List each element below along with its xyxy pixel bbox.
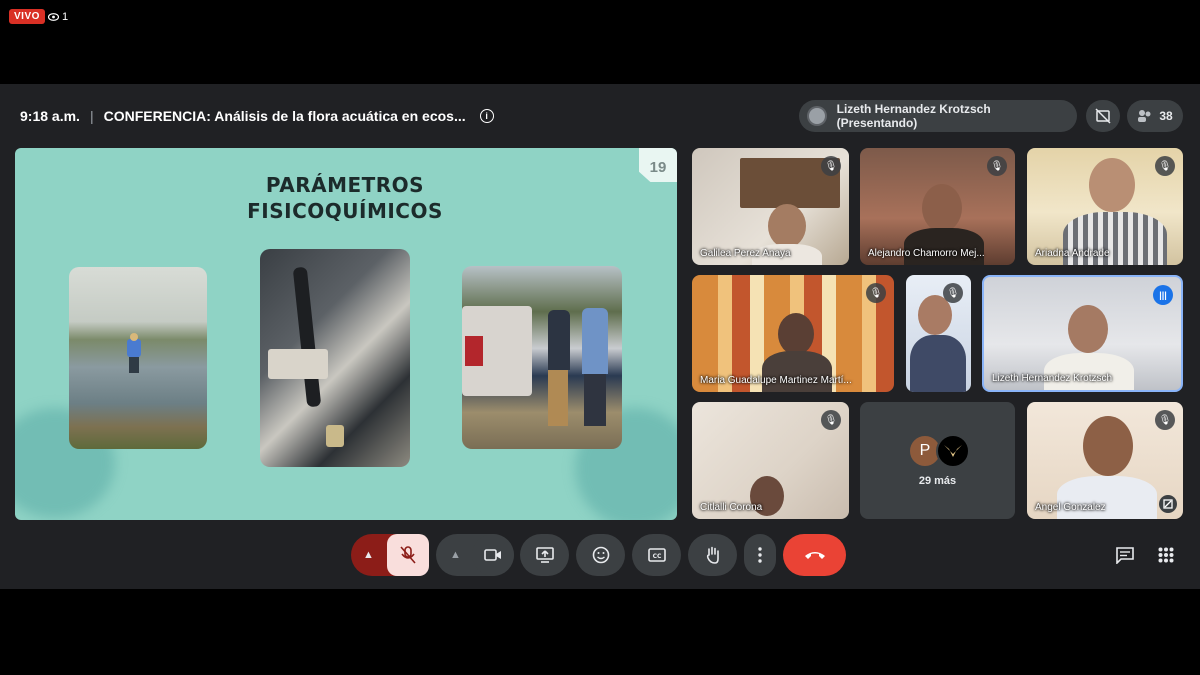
slide-title: PARÁMETROS FISICOQUÍMICOS [215, 172, 475, 224]
more-participants-tile[interactable]: P 29 más [860, 402, 1015, 519]
slide-photo-lake [69, 267, 207, 449]
participant-tile[interactable]: ||| Lizeth Hernandez Krotzsch [982, 275, 1183, 392]
control-bar: ▲ ▲ CC [0, 534, 1200, 576]
raise-hand-button[interactable] [688, 534, 737, 576]
meet-window: 9:18 a.m. | CONFERENCIA: Análisis de la … [0, 84, 1200, 589]
participant-name: Lizeth Hernandez Krotzsch [992, 373, 1113, 384]
header-separator: | [89, 108, 94, 124]
camera-options-chevron-icon[interactable]: ▲ [450, 549, 461, 561]
end-call-button[interactable] [783, 534, 846, 576]
no-video-icon [1095, 108, 1111, 124]
people-icon [1138, 110, 1151, 122]
bird-logo-icon [944, 445, 962, 457]
participant-name: Alejandro Chamorro Mej... [868, 248, 985, 259]
present-screen-icon [535, 547, 554, 563]
participant-tile[interactable]: 🎙 Ariadna Andrade [1027, 148, 1183, 265]
pin-icon[interactable] [1159, 495, 1177, 513]
mic-off-icon [400, 546, 416, 564]
mic-group: ▲ [351, 534, 429, 576]
mic-off-icon: 🎙 [866, 283, 886, 303]
more-participants-label: 29 más [918, 475, 957, 487]
more-vert-icon [758, 547, 762, 563]
camera-group: ▲ [436, 534, 514, 576]
reactions-button[interactable] [576, 534, 625, 576]
mic-off-icon: 🎙 [987, 156, 1007, 176]
avatar [936, 434, 970, 468]
live-badge: VIVO [9, 9, 45, 24]
participant-tile[interactable]: 🎙 Alejandro Chamorro Mej... [860, 148, 1015, 265]
mic-off-icon: 🎙 [821, 410, 841, 430]
participant-tile[interactable]: 🎙 Citlalli Corona [692, 402, 849, 519]
video-camera-icon [484, 549, 501, 561]
participant-name: Galilea Perez Anaya [700, 248, 791, 259]
camera-toggle-button[interactable] [472, 534, 514, 576]
camera-off-button[interactable] [1086, 100, 1120, 132]
emoji-icon [592, 546, 609, 564]
more-options-button[interactable] [744, 534, 776, 576]
more-avatars: P [908, 434, 970, 468]
mic-off-icon: 🎙 [1155, 410, 1175, 430]
present-button[interactable] [520, 534, 569, 576]
svg-text:CC: CC [652, 553, 661, 560]
mic-off-icon: 🎙 [1155, 156, 1175, 176]
slide-photo-meter-case [260, 249, 410, 467]
meeting-title: CONFERENCIA: Análisis de la flora acuáti… [103, 108, 466, 124]
speaking-indicator-icon: ||| [1153, 285, 1173, 305]
presenter-label: Lizeth Hernandez Krotzsch (Presentando) [836, 102, 991, 130]
slide-title-line1: PARÁMETROS [265, 173, 425, 197]
viewer-count-value: 1 [62, 11, 69, 23]
viewer-count: 1 [48, 11, 68, 23]
slide-photo-field-team [462, 266, 622, 449]
meeting-time: 9:18 a.m. [20, 108, 80, 124]
participant-tile[interactable]: 🎙 Angel Gonzalez [1027, 402, 1183, 519]
mic-off-icon: 🎙 [821, 156, 841, 176]
chat-icon [1116, 546, 1134, 564]
eye-icon [48, 13, 59, 21]
avatar [807, 106, 827, 126]
participant-tile[interactable]: 🎙 Galilea Perez Anaya [692, 148, 849, 265]
participant-name: Ariadna Andrade [1035, 248, 1110, 259]
stream-top-bar: VIVO 1 [0, 0, 1200, 84]
presentation-slide: 19 PARÁMETROS FISICOQUÍMICOS [15, 148, 677, 520]
info-icon[interactable]: i [479, 109, 494, 123]
apps-grid-icon [1158, 547, 1174, 563]
participant-tile[interactable]: 🎙 Maria Guadalupe Martinez Martí... [692, 275, 894, 392]
slide-number: 19 [639, 148, 677, 182]
stream-bottom-bar [0, 589, 1200, 675]
participant-count: 38 [1159, 109, 1173, 123]
hand-icon [706, 546, 719, 564]
participants-button[interactable]: 38 [1127, 100, 1183, 132]
mic-toggle-button[interactable] [387, 534, 429, 576]
participant-tile[interactable]: 🎙 [906, 275, 971, 392]
mic-options-chevron-icon[interactable]: ▲ [363, 549, 374, 561]
activities-button[interactable] [1155, 544, 1177, 566]
meeting-header: 9:18 a.m. | CONFERENCIA: Análisis de la … [20, 104, 494, 128]
closed-captions-icon: CC [647, 548, 666, 562]
participant-name: Citlalli Corona [700, 502, 763, 513]
participant-name: Maria Guadalupe Martinez Martí... [700, 375, 852, 386]
chat-button[interactable] [1114, 544, 1136, 566]
presenter-chip[interactable]: Lizeth Hernandez Krotzsch (Presentando) [799, 100, 1077, 132]
participant-name: Angel Gonzalez [1035, 502, 1106, 513]
captions-button[interactable]: CC [632, 534, 681, 576]
mic-off-icon: 🎙 [943, 283, 963, 303]
hang-up-icon [804, 552, 825, 559]
slide-title-line2: FISICOQUÍMICOS [247, 199, 443, 223]
